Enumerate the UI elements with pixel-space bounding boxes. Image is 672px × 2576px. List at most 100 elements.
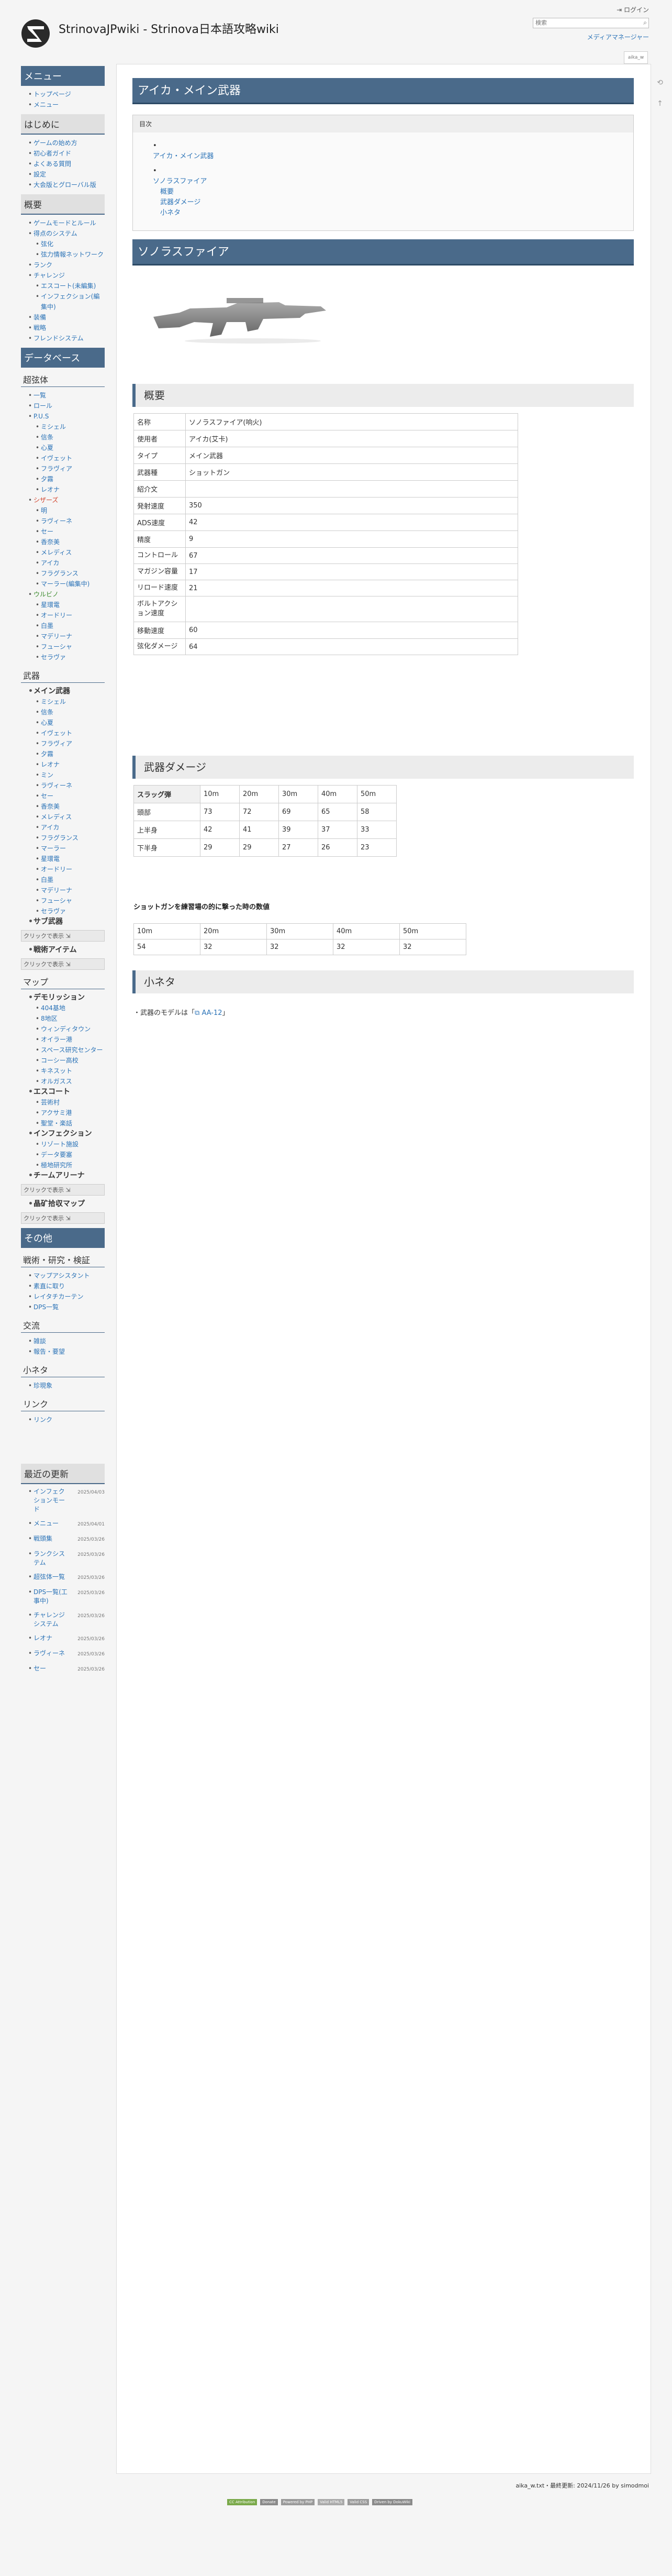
sidebar-item-map[interactable]: デモリッション: [28, 992, 105, 1003]
sidebar-item-map[interactable]: 芸術村: [36, 1097, 105, 1108]
sidebar-item-weapon[interactable]: マデリーナ: [36, 885, 105, 895]
sidebar-item-map[interactable]: オイラー港: [36, 1034, 105, 1045]
sidebar-item-super[interactable]: 信条: [36, 432, 105, 443]
recent-item-label[interactable]: ラヴィーネ: [33, 1649, 65, 1659]
sidebar-item-super[interactable]: ウルビノ: [28, 589, 105, 600]
recent-item-label[interactable]: セー: [33, 1664, 46, 1674]
sidebar-item-overview[interactable]: エスコート(未編集): [36, 281, 105, 291]
toc-link[interactable]: アイカ・メイン武器: [153, 152, 214, 160]
sidebar-item-weapon[interactable]: 香奈美: [36, 801, 105, 812]
sidebar-item-weapon[interactable]: 白墨: [36, 875, 105, 885]
toc-link[interactable]: 武器ダメージ: [160, 198, 200, 206]
sidebar-item-menu[interactable]: トップページ: [28, 89, 105, 99]
sidebar-item-links[interactable]: リンク: [28, 1414, 105, 1425]
sidebar-item-super[interactable]: 白墨: [36, 621, 105, 631]
sidebar-item-weapon[interactable]: 星環電: [36, 854, 105, 864]
sidebar-item-weapon[interactable]: マーラー: [36, 843, 105, 854]
sidebar-item-map[interactable]: 聖堂・楽話: [36, 1118, 105, 1129]
sidebar-item-map[interactable]: スペース研究センター: [36, 1045, 105, 1055]
sidebar-item-weapon[interactable]: セー: [36, 791, 105, 801]
strinova-logo-icon[interactable]: [21, 19, 50, 48]
sidebar-item-crystal[interactable]: 晶矿拾収マップ: [28, 1199, 105, 1209]
sidebar-item-weapon[interactable]: メイン武器: [28, 686, 105, 696]
site-title[interactable]: StrinovaJPwiki - Strinova日本語攻略wiki: [59, 20, 279, 37]
sidebar-item-weapon[interactable]: フューシャ: [36, 895, 105, 906]
sidebar-item-map[interactable]: オルガスス: [36, 1076, 105, 1087]
sidebar-item-weapon[interactable]: メレディス: [36, 812, 105, 822]
sidebar-item-weapon[interactable]: フラグランス: [36, 833, 105, 843]
sidebar-item-super[interactable]: ラヴィーネ: [36, 516, 105, 526]
sidebar-item-super[interactable]: 星環電: [36, 600, 105, 610]
sidebar-item-map[interactable]: 極地研究所: [36, 1160, 105, 1170]
sidebar-item-super[interactable]: マデリーナ: [36, 631, 105, 642]
sidebar-item-menu[interactable]: メニュー: [28, 99, 105, 110]
toggle-crystal[interactable]: クリックで表示 ⇲: [21, 1212, 105, 1224]
sidebar-item-weapon[interactable]: オードリー: [36, 864, 105, 875]
sidebar-item-weapon[interactable]: 信条: [36, 707, 105, 717]
sidebar-item-overview[interactable]: 弦力情報ネットワーク: [36, 249, 105, 260]
recent-item-label[interactable]: チャレンジシステム: [33, 1611, 70, 1629]
sidebar-item-exchange[interactable]: 報告・要望: [28, 1346, 105, 1357]
page-tab[interactable]: aika_w: [624, 51, 648, 64]
sidebar-item-super[interactable]: アイカ: [36, 558, 105, 568]
sidebar-item-overview[interactable]: 戦略: [28, 323, 105, 333]
footer-badge[interactable]: CC Attribution: [227, 2499, 257, 2505]
sidebar-item-super[interactable]: セー: [36, 526, 105, 537]
recent-item-label[interactable]: DPS一覧(工事中): [33, 1588, 70, 1606]
sidebar-item-overview[interactable]: インフェクション(編集中): [36, 291, 105, 312]
login-link[interactable]: ⇥ ログイン: [617, 5, 649, 14]
sidebar-item-super[interactable]: 一覧: [28, 390, 105, 401]
sidebar-item-super[interactable]: フラヴィア: [36, 463, 105, 474]
footer-badge[interactable]: Valid HTML5: [318, 2499, 345, 2505]
sidebar-item-map[interactable]: 404基地: [36, 1003, 105, 1013]
sidebar-item-weapon[interactable]: レオナ: [36, 759, 105, 770]
sidebar-item-training[interactable]: レイタチカーテン: [28, 1291, 105, 1302]
sidebar-item-super[interactable]: P.U.S: [28, 411, 105, 422]
sidebar-item-overview[interactable]: フレンドシステム: [28, 333, 105, 344]
sidebar-item-map[interactable]: リゾート施設: [36, 1139, 105, 1149]
toggle-tactical[interactable]: クリックで表示 ⇲: [21, 958, 105, 970]
sidebar-item-training[interactable]: 素直に取り: [28, 1281, 105, 1291]
sidebar-item-training[interactable]: マップアシスタント: [28, 1270, 105, 1281]
toc-link[interactable]: 概要: [160, 188, 174, 196]
sidebar-item-weapon[interactable]: 夕霧: [36, 749, 105, 759]
sidebar-item-map[interactable]: チームアリーナ: [28, 1170, 105, 1181]
recent-item-label[interactable]: 戦頭集: [33, 1534, 52, 1544]
footer-badge[interactable]: Donate: [260, 2499, 278, 2505]
sidebar-item-super[interactable]: ミシェル: [36, 422, 105, 432]
sidebar-item-training[interactable]: DPS一覧: [28, 1302, 105, 1312]
sidebar-item-super[interactable]: フューシャ: [36, 642, 105, 652]
sidebar-item-weapon[interactable]: アイカ: [36, 822, 105, 833]
sidebar-item-weapon[interactable]: イヴェット: [36, 728, 105, 738]
sidebar-item-super[interactable]: オードリー: [36, 610, 105, 621]
recent-item-label[interactable]: インフェクションモード: [33, 1487, 70, 1514]
sidebar-item-weapon[interactable]: ミン: [36, 770, 105, 780]
history-icon[interactable]: ⟲: [655, 79, 665, 88]
toggle-subweapons[interactable]: クリックで表示 ⇲: [21, 930, 105, 942]
search-icon[interactable]: ⌕: [643, 19, 647, 27]
sidebar-item-weapon[interactable]: サブ武器: [28, 916, 105, 927]
sidebar-item-weapon[interactable]: 心夏: [36, 717, 105, 728]
toc-link[interactable]: 小ネタ: [160, 209, 181, 217]
footer-badge[interactable]: Driven by DokuWiki: [372, 2499, 412, 2505]
footer-badge[interactable]: Powered by PHP: [281, 2499, 315, 2505]
sidebar-item-map[interactable]: インフェクション: [28, 1129, 105, 1139]
recent-item-label[interactable]: 超弦体一覧: [33, 1573, 65, 1583]
sidebar-item-overview[interactable]: 装備: [28, 312, 105, 323]
sidebar-item-overview[interactable]: 弦化: [36, 239, 105, 249]
sidebar-item-overview[interactable]: チャレンジ: [28, 270, 105, 281]
sidebar-item-super[interactable]: 夕霧: [36, 474, 105, 484]
sidebar-item-super[interactable]: 心夏: [36, 443, 105, 453]
sidebar-item-exchange[interactable]: 雑談: [28, 1336, 105, 1346]
recent-item-label[interactable]: メニュー: [33, 1519, 59, 1529]
sidebar-item-weapon[interactable]: ラヴィーネ: [36, 780, 105, 791]
sidebar-item-map[interactable]: キネスット: [36, 1066, 105, 1076]
search-input[interactable]: [533, 18, 637, 27]
sidebar-item-weapon[interactable]: ミシェル: [36, 696, 105, 707]
sidebar-item-super[interactable]: メレディス: [36, 547, 105, 558]
sidebar-item-map[interactable]: コーシー高校: [36, 1055, 105, 1066]
toggle-team-arena[interactable]: クリックで表示 ⇲: [21, 1184, 105, 1196]
toc-link[interactable]: ソノラスファイア: [153, 178, 207, 185]
sidebar-item-intro[interactable]: 初心者ガイド: [28, 148, 105, 159]
sidebar-item-super[interactable]: フラグランス: [36, 568, 105, 579]
